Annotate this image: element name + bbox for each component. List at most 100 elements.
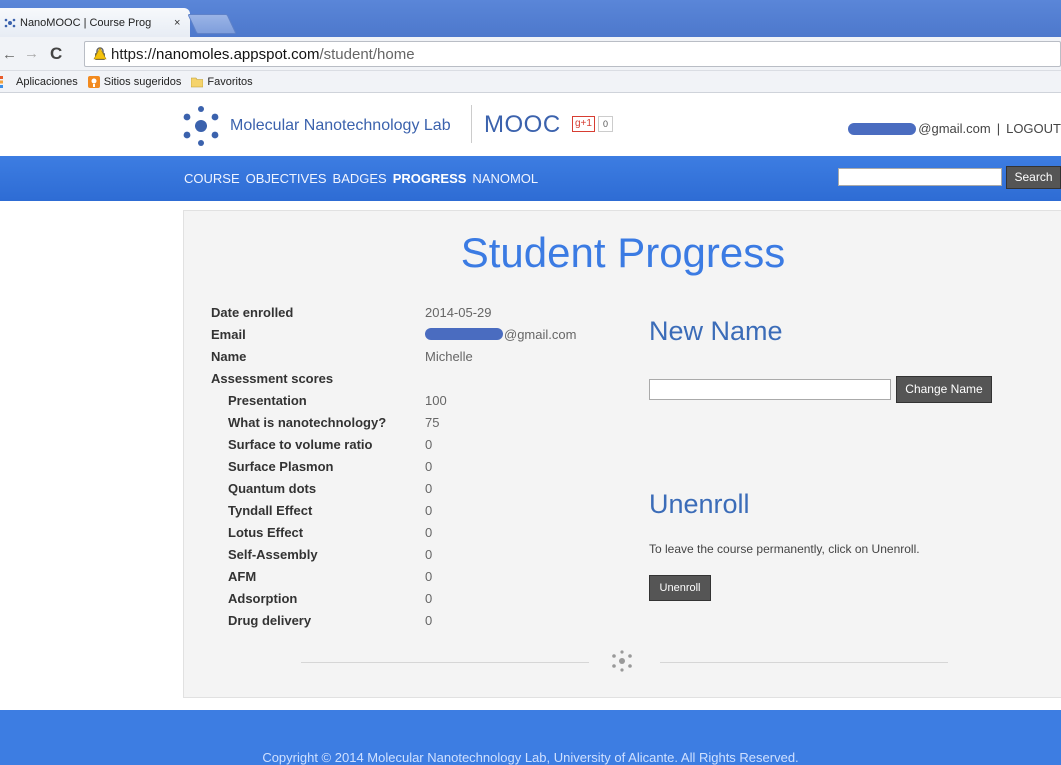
score-row: Adsorption 0: [211, 587, 576, 609]
email-value: @gmail.com: [425, 327, 576, 342]
nav-item-badges[interactable]: BADGES: [333, 171, 387, 186]
score-label: Surface to volume ratio: [228, 436, 373, 452]
brand-divider: [471, 105, 472, 143]
browser-toolbar: ← → C https://nanomoles.appspot.com/stud…: [0, 37, 1061, 71]
page-title: Student Progress: [460, 229, 786, 276]
gplus-widget: g+1 0: [572, 116, 613, 132]
nav-item-course[interactable]: COURSE: [184, 171, 240, 186]
section-divider: [301, 662, 589, 663]
bookmark-label: Favoritos: [207, 75, 253, 88]
account-email: @gmail.com: [918, 121, 991, 136]
score-value: 75: [425, 414, 440, 430]
logout-link[interactable]: LOGOUT: [1006, 121, 1061, 136]
score-value: 0: [425, 590, 433, 606]
bookmarks-bar: Aplicaciones Sitios sugeridos Favoritos: [0, 71, 1061, 93]
score-row: Surface Plasmon 0: [211, 455, 576, 477]
url-path: /student/home: [319, 45, 415, 63]
forward-arrow-icon[interactable]: →: [24, 45, 39, 62]
assessment-scores-label: Assessment scores: [211, 370, 334, 386]
brand-name[interactable]: Molecular Nanotechnology Lab: [230, 117, 451, 135]
nav-item-progress[interactable]: PROGRESS: [393, 171, 467, 186]
search-button[interactable]: Search: [1006, 166, 1061, 189]
score-row: Tyndall Effect 0: [211, 499, 576, 521]
suggested-sites-icon: [87, 75, 100, 88]
score-row: Self-Assembly 0: [211, 543, 576, 565]
unenroll-description: To leave the course permanently, click o…: [649, 542, 920, 556]
address-bar[interactable]: https://nanomoles.appspot.com/student/ho…: [84, 41, 1061, 67]
student-info: Date enrolled 2014-05-29 Email @gmail.co…: [211, 301, 576, 631]
score-label: What is nanotechnology?: [228, 414, 387, 430]
tab-close-icon[interactable]: ×: [174, 17, 180, 29]
score-value: 0: [425, 568, 433, 584]
score-label: Quantum dots: [228, 480, 317, 496]
new-name-heading: New Name: [649, 316, 783, 346]
score-value: 100: [425, 392, 447, 408]
nav-links: COURSE OBJECTIVES BADGES PROGRESS NANOMO…: [184, 171, 544, 186]
score-row: Drug delivery 0: [211, 609, 576, 631]
date-enrolled-value: 2014-05-29: [425, 304, 492, 320]
bookmark-apps[interactable]: Aplicaciones: [0, 75, 78, 88]
redacted-email-block: [848, 122, 917, 135]
molecule-logo-icon[interactable]: [180, 105, 222, 147]
score-label: Self-Assembly: [228, 546, 318, 562]
score-value: 0: [425, 436, 433, 452]
site-favicon-icon: [4, 18, 16, 27]
score-label: Presentation: [228, 392, 307, 408]
email-suffix: @gmail.com: [504, 326, 577, 342]
back-arrow-icon[interactable]: ←: [2, 46, 17, 63]
info-label: Name: [211, 348, 247, 364]
score-value: 0: [425, 480, 433, 496]
nav-item-objectives[interactable]: OBJECTIVES: [246, 171, 327, 186]
bookmark-suggested-sites[interactable]: Sitios sugeridos: [87, 75, 181, 88]
info-row-date-enrolled: Date enrolled 2014-05-29: [211, 301, 576, 323]
gplus-count: 0: [597, 116, 613, 132]
info-label: Date enrolled: [211, 304, 294, 320]
url-scheme: https://: [111, 45, 157, 63]
score-label: Surface Plasmon: [228, 458, 334, 474]
apps-grid-icon: [0, 75, 3, 88]
info-label: Email: [211, 326, 246, 342]
bookmark-favorites[interactable]: Favoritos: [191, 75, 253, 88]
info-row-name: Name Michelle: [211, 345, 576, 367]
folder-icon: [191, 77, 204, 87]
site-header: Molecular Nanotechnology Lab MOOC g+1 0 …: [0, 93, 1061, 156]
unenroll-button[interactable]: Unenroll: [649, 575, 711, 601]
score-value: 0: [425, 524, 433, 540]
score-row: Surface to volume ratio 0: [211, 433, 576, 455]
gplus-button[interactable]: g+1: [572, 116, 595, 132]
new-tab-button[interactable]: [187, 14, 237, 34]
new-name-input[interactable]: [649, 379, 891, 400]
score-label: Tyndall Effect: [228, 502, 313, 518]
progress-card: Student Progress Date enrolled 2014-05-2…: [183, 210, 1061, 698]
nav-item-nanomol[interactable]: NANOMOL: [472, 171, 538, 186]
browser-tabstrip: NanoMOOC | Course Prog ×: [0, 0, 1061, 37]
score-row: Quantum dots 0: [211, 477, 576, 499]
copyright-text: Copyright © 2014 Molecular Nanotechnolog…: [262, 750, 799, 765]
score-label: Adsorption: [228, 590, 298, 606]
change-name-button[interactable]: Change Name: [896, 376, 992, 403]
product-name: MOOC: [484, 111, 561, 138]
url-text: https://nanomoles.appspot.com/student/ho…: [111, 46, 415, 63]
security-warning-icon[interactable]: [93, 47, 107, 61]
browser-tab[interactable]: NanoMOOC | Course Prog ×: [0, 8, 190, 37]
search-input[interactable]: [838, 168, 1002, 186]
info-row-assessment-header: Assessment scores: [211, 367, 576, 389]
main-navbar: COURSE OBJECTIVES BADGES PROGRESS NANOMO…: [0, 156, 1061, 201]
bookmark-label: Aplicaciones: [16, 75, 78, 88]
score-row: Presentation 100: [211, 389, 576, 411]
account-area: @gmail.com | LOGOUT: [848, 121, 1061, 136]
reload-icon[interactable]: C: [50, 44, 62, 64]
section-divider: [660, 662, 948, 663]
site-footer: Copyright © 2014 Molecular Nanotechnolog…: [0, 710, 1061, 765]
score-value: 0: [425, 546, 433, 562]
tab-title: NanoMOOC | Course Prog: [20, 16, 152, 29]
score-row: What is nanotechnology? 75: [211, 411, 576, 433]
name-value: Michelle: [425, 348, 473, 364]
score-value: 0: [425, 458, 433, 474]
score-label: Lotus Effect: [228, 524, 304, 540]
score-value: 0: [425, 612, 433, 628]
info-row-email: Email @gmail.com: [211, 323, 576, 345]
score-label: AFM: [228, 568, 257, 584]
account-separator: |: [996, 121, 1001, 136]
unenroll-heading: Unenroll: [649, 489, 750, 519]
